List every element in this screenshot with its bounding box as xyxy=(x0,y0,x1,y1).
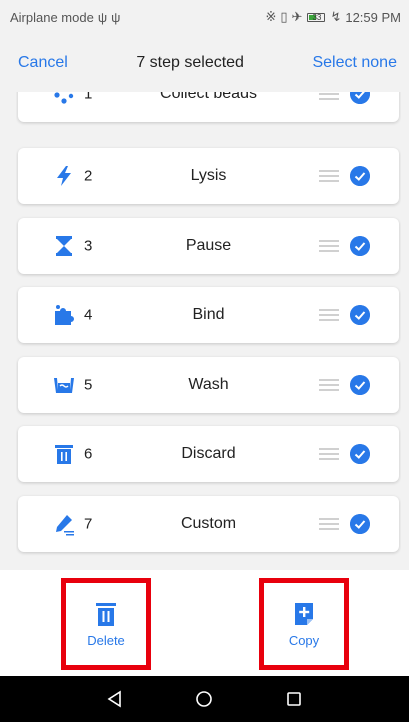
step-item-4[interactable]: 4 Bind xyxy=(18,287,399,343)
copy-add-icon xyxy=(295,602,313,625)
step-name: Discard xyxy=(181,445,236,462)
usb-icon: ψ xyxy=(111,9,121,25)
step-name: Lysis xyxy=(190,167,227,184)
drag-handle-icon[interactable] xyxy=(319,240,339,252)
drag-handle-icon[interactable] xyxy=(319,309,339,321)
recents-icon[interactable] xyxy=(285,690,303,708)
selection-header: Cancel 7 step selected Select none xyxy=(0,34,409,92)
charging-icon: ↯ xyxy=(330,9,342,24)
checkmark-icon[interactable] xyxy=(350,444,370,464)
checkmark-icon[interactable] xyxy=(350,514,370,534)
drag-handle-icon[interactable] xyxy=(319,518,339,530)
copy-button[interactable]: Copy xyxy=(259,578,349,670)
status-right: ※ ▯ ✈ 33 ↯ 12:59 PM xyxy=(265,9,401,25)
step-item-6[interactable]: 6 Discard xyxy=(18,426,399,482)
airplane-icon: ✈ xyxy=(291,9,303,24)
step-item-5[interactable]: 5 Wash xyxy=(18,357,399,413)
status-time: 12:59 PM xyxy=(345,9,401,25)
cancel-button[interactable]: Cancel xyxy=(18,54,68,72)
copy-label: Copy xyxy=(288,632,320,648)
vibrate-icon: ▯ xyxy=(280,9,288,24)
battery-level: 33 xyxy=(312,12,322,22)
airplane-mode-text: Airplane mode xyxy=(10,9,94,25)
checkmark-icon[interactable] xyxy=(350,305,370,325)
home-icon[interactable] xyxy=(195,690,213,708)
step-item-2[interactable]: 2 Lysis xyxy=(18,148,399,204)
step-name: Custom xyxy=(180,515,237,532)
checkmark-icon[interactable] xyxy=(350,166,370,186)
delete-label: Delete xyxy=(87,632,125,648)
step-item-7[interactable]: 7 Custom xyxy=(18,496,399,552)
delete-button[interactable]: Delete xyxy=(61,578,151,670)
step-item-3[interactable]: 3 Pause xyxy=(18,218,399,274)
battery-icon: 33 xyxy=(307,12,326,22)
usb-icon: ψ xyxy=(97,9,108,25)
step-name: Collect beads xyxy=(160,92,257,102)
drag-handle-icon[interactable] xyxy=(319,170,339,182)
checkmark-icon[interactable] xyxy=(350,236,370,256)
select-none-button[interactable]: Select none xyxy=(312,54,397,72)
step-list[interactable]: 1 Collect beads 2 Lysis 3 Pause 4 Bind 5… xyxy=(16,92,401,570)
page-title: 7 step selected xyxy=(136,54,244,71)
status-bar: Airplane mode ψ ψ ※ ▯ ✈ 33 ↯ 12:59 PM xyxy=(0,0,409,34)
trash-icon xyxy=(96,602,116,626)
action-bar: Delete Copy xyxy=(0,570,409,676)
system-nav-bar xyxy=(0,676,409,722)
status-left: Airplane mode ψ ψ xyxy=(10,10,120,25)
drag-handle-icon[interactable] xyxy=(319,379,339,391)
drag-handle-icon[interactable] xyxy=(319,448,339,460)
step-item-1[interactable]: 1 Collect beads xyxy=(18,92,399,122)
checkmark-icon[interactable] xyxy=(350,375,370,395)
step-name: Pause xyxy=(185,237,232,254)
bluetooth-icon: ※ xyxy=(265,9,277,24)
step-name: Bind xyxy=(192,306,225,323)
step-name: Wash xyxy=(188,376,229,393)
back-icon[interactable] xyxy=(106,690,124,708)
drag-handle-icon[interactable] xyxy=(319,92,339,100)
